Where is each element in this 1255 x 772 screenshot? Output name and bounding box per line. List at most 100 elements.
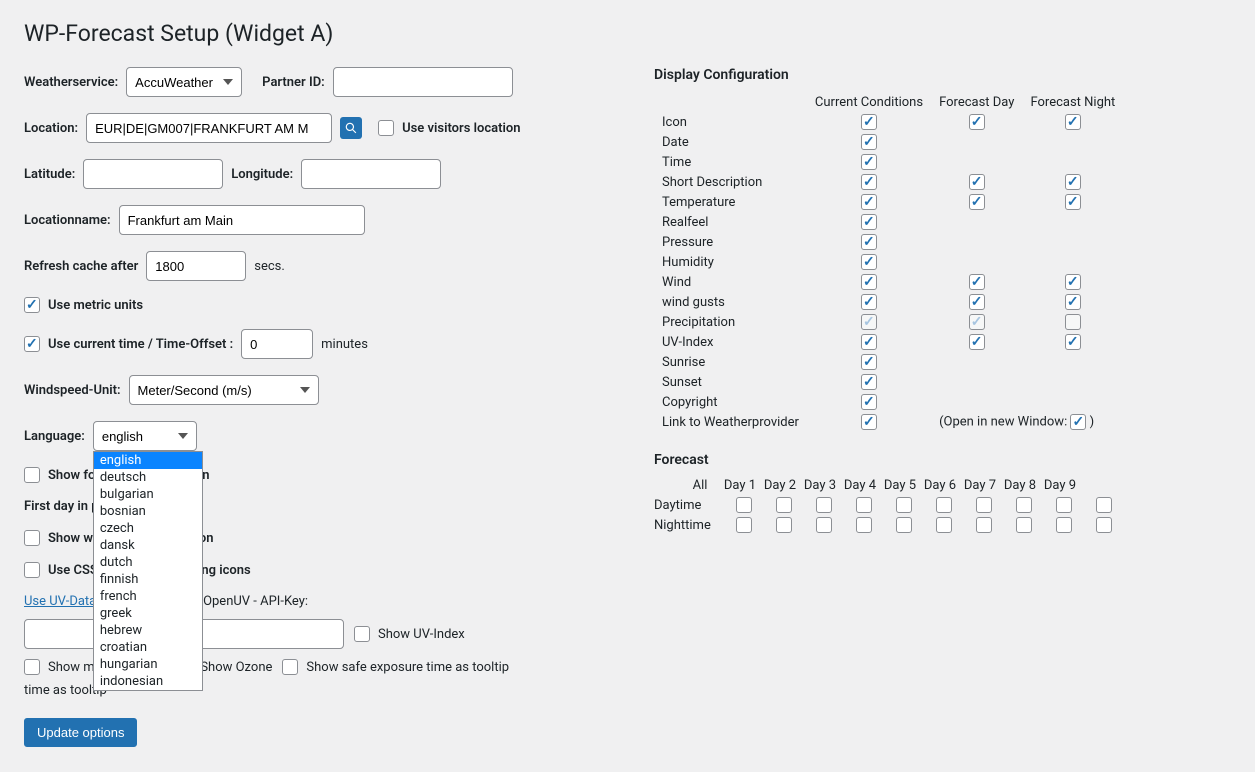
openuv-key-label: OpenUV - API-Key: [203, 594, 308, 609]
show-wind-icon-checkbox[interactable] [24, 530, 40, 546]
show-max-uv-checkbox[interactable] [24, 659, 40, 675]
latitude-label: Latitude: [24, 167, 75, 182]
use-current-time-checkbox[interactable] [24, 336, 40, 352]
language-option[interactable]: english [94, 452, 202, 469]
fc-checkbox[interactable] [976, 497, 992, 513]
windspeed-select[interactable]: Meter/Second (m/s) [129, 375, 319, 405]
fc-checkbox[interactable] [1056, 497, 1072, 513]
language-option[interactable]: indonesian [94, 673, 202, 690]
dc-checkbox[interactable] [861, 334, 877, 350]
dc-checkbox[interactable] [861, 354, 877, 370]
dc-row-label: Copyright [654, 392, 807, 412]
dc-checkbox[interactable] [1065, 174, 1081, 190]
fc-checkbox[interactable] [896, 497, 912, 513]
fc-checkbox[interactable] [1016, 497, 1032, 513]
fc-checkbox[interactable] [856, 497, 872, 513]
dc-row-label: Precipitation [654, 312, 807, 332]
language-option[interactable]: hungarian [94, 656, 202, 673]
location-input[interactable] [86, 113, 332, 143]
dc-checkbox[interactable] [1065, 334, 1081, 350]
search-icon [345, 122, 357, 134]
show-forecast-pulldown-checkbox[interactable] [24, 467, 40, 483]
language-option[interactable]: greek [94, 605, 202, 622]
language-option[interactable]: french [94, 588, 202, 605]
fc-checkbox[interactable] [776, 497, 792, 513]
language-option[interactable]: finnish [94, 571, 202, 588]
language-option[interactable]: bulgarian [94, 486, 202, 503]
fc-checkbox[interactable] [816, 517, 832, 533]
dc-row-label: Time [654, 152, 807, 172]
dc-checkbox[interactable] [861, 114, 877, 130]
dc-checkbox[interactable] [861, 274, 877, 290]
dc-checkbox[interactable] [861, 374, 877, 390]
dc-checkbox[interactable] [861, 154, 877, 170]
dc-checkbox [969, 314, 985, 330]
time-offset-input[interactable] [241, 329, 313, 359]
dc-checkbox[interactable] [1065, 114, 1081, 130]
dc-checkbox[interactable] [861, 174, 877, 190]
fc-checkbox[interactable] [936, 517, 952, 533]
fc-checkbox[interactable] [976, 517, 992, 533]
partnerid-input[interactable] [333, 67, 513, 97]
dc-checkbox[interactable] [861, 234, 877, 250]
dc-checkbox[interactable] [861, 254, 877, 270]
language-option[interactable]: dansk [94, 537, 202, 554]
dc-checkbox[interactable] [861, 214, 877, 230]
dc-checkbox[interactable] [969, 114, 985, 130]
dc-checkbox[interactable] [1065, 274, 1081, 290]
fc-checkbox[interactable] [896, 517, 912, 533]
language-option[interactable]: dutch [94, 554, 202, 571]
language-option[interactable]: bosnian [94, 503, 202, 520]
location-search-button[interactable] [340, 117, 362, 139]
fc-checkbox[interactable] [856, 517, 872, 533]
dc-checkbox[interactable] [1065, 294, 1081, 310]
use-metric-checkbox[interactable] [24, 297, 40, 313]
display-config-heading: Display Configuration [654, 67, 1231, 83]
use-visitors-location-checkbox[interactable] [378, 120, 394, 136]
fc-day-header: Day 1 [720, 478, 760, 493]
show-safe-exposure-checkbox[interactable] [282, 659, 298, 675]
dc-checkbox[interactable] [861, 394, 877, 410]
open-new-window-checkbox[interactable] [1070, 414, 1086, 430]
dc-row-label: UV-Index [654, 332, 807, 352]
use-css-sprites-checkbox[interactable] [24, 562, 40, 578]
fc-checkbox[interactable] [736, 497, 752, 513]
fc-checkbox[interactable] [1016, 517, 1032, 533]
dc-checkbox[interactable] [861, 414, 877, 430]
fc-checkbox[interactable] [936, 497, 952, 513]
update-options-button[interactable]: Update options [24, 718, 137, 747]
language-option[interactable]: croatian [94, 639, 202, 656]
dc-checkbox[interactable] [969, 334, 985, 350]
show-uv-checkbox[interactable] [354, 626, 370, 642]
dc-checkbox[interactable] [861, 294, 877, 310]
latitude-input[interactable] [83, 159, 223, 189]
dc-checkbox[interactable] [969, 194, 985, 210]
fc-checkbox[interactable] [1096, 517, 1112, 533]
dc-checkbox[interactable] [861, 134, 877, 150]
page-title: WP-Forecast Setup (Widget A) [24, 20, 1231, 47]
language-option[interactable]: hebrew [94, 622, 202, 639]
dc-col-header: Current Conditions [807, 93, 931, 112]
refresh-input[interactable] [146, 251, 246, 281]
dc-checkbox[interactable] [861, 194, 877, 210]
minutes-label: minutes [321, 337, 368, 352]
language-select[interactable]: english [93, 421, 197, 451]
language-option[interactable]: czech [94, 520, 202, 537]
fc-checkbox[interactable] [1056, 517, 1072, 533]
refresh-label: Refresh cache after [24, 259, 138, 274]
language-option[interactable]: deutsch [94, 469, 202, 486]
fc-checkbox[interactable] [776, 517, 792, 533]
windspeed-label: Windspeed-Unit: [24, 383, 121, 398]
longitude-input[interactable] [301, 159, 441, 189]
dc-checkbox[interactable] [969, 174, 985, 190]
partnerid-label: Partner ID: [262, 75, 325, 90]
dc-checkbox[interactable] [969, 294, 985, 310]
dc-checkbox[interactable] [969, 274, 985, 290]
weatherservice-select[interactable]: AccuWeather [126, 67, 242, 97]
fc-checkbox[interactable] [736, 517, 752, 533]
locationname-input[interactable] [119, 205, 365, 235]
locationname-label: Locationname: [24, 213, 111, 228]
fc-checkbox[interactable] [1096, 497, 1112, 513]
dc-checkbox[interactable] [1065, 194, 1081, 210]
fc-checkbox[interactable] [816, 497, 832, 513]
